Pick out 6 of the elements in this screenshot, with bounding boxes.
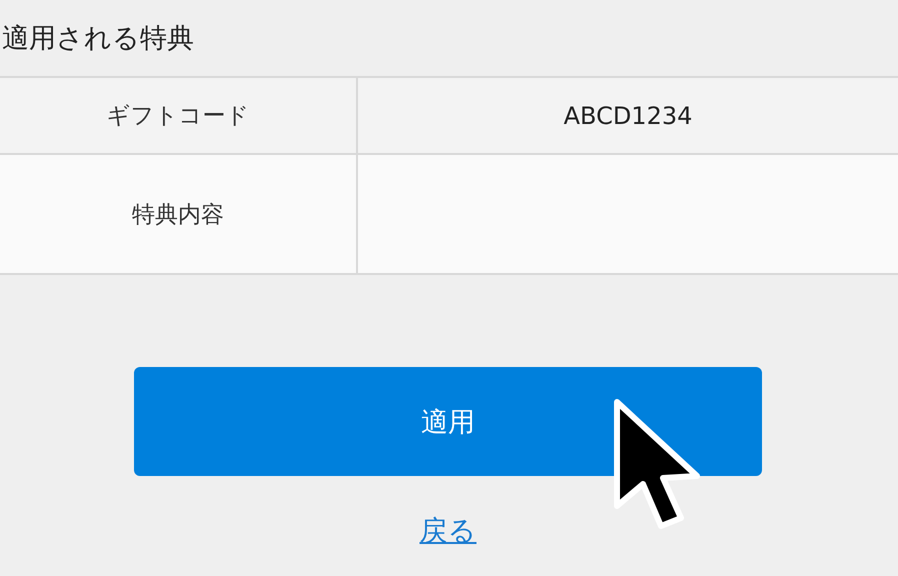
apply-button[interactable]: 適用 — [134, 367, 762, 476]
table-cell: ギフトコード — [0, 78, 358, 153]
table-cell: 特典内容 — [0, 155, 358, 273]
section-title: 適用される特典 — [2, 22, 194, 56]
table-cell-text: ABCD1234 — [562, 100, 694, 132]
back-link[interactable]: 戻る — [420, 512, 476, 550]
